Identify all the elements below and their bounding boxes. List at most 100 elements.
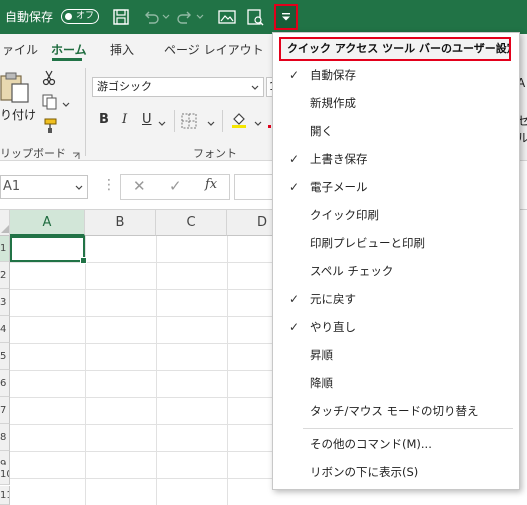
menu-item[interactable]: 新規作成 bbox=[273, 89, 517, 117]
grid-line bbox=[10, 451, 272, 452]
menu-item[interactable]: リボンの下に表示(S) bbox=[273, 458, 517, 486]
menu-item[interactable]: ✓ 自動保存 bbox=[273, 61, 517, 89]
new-file-icon[interactable] bbox=[218, 8, 236, 26]
borders-icon[interactable] bbox=[181, 113, 197, 132]
autosave-state: オフ bbox=[76, 11, 95, 21]
menu-item-label: 昇順 bbox=[310, 348, 333, 362]
name-box-chevron-icon bbox=[75, 185, 83, 190]
copy-icon[interactable] bbox=[42, 94, 58, 113]
row-header[interactable]: 2 bbox=[0, 262, 10, 289]
row-header[interactable]: 10 bbox=[0, 465, 10, 485]
grid-line bbox=[10, 478, 272, 479]
row-header[interactable]: 4 bbox=[0, 316, 10, 343]
cancel-icon[interactable]: ✕ bbox=[133, 177, 146, 195]
row-header[interactable]: 1 bbox=[0, 236, 10, 262]
tab-home[interactable]: ホーム bbox=[51, 41, 87, 58]
fill-color-chevron-icon[interactable] bbox=[254, 117, 262, 131]
menu-item[interactable]: その他のコマンド(M)... bbox=[273, 430, 517, 458]
menu-item[interactable]: 降順 bbox=[273, 369, 517, 397]
grid-line bbox=[227, 236, 228, 505]
menu-item[interactable]: クイック印刷 bbox=[273, 201, 517, 229]
menu-item[interactable]: 開く bbox=[273, 117, 517, 145]
menu-item-label: 印刷プレビューと印刷 bbox=[310, 236, 425, 250]
menu-item-label: クイック印刷 bbox=[310, 208, 379, 222]
checkmark-icon: ✓ bbox=[289, 292, 300, 306]
underline-button[interactable]: U bbox=[142, 112, 152, 127]
column-header-a[interactable]: A bbox=[10, 210, 85, 236]
redo-icon[interactable] bbox=[176, 8, 194, 26]
undo-icon[interactable] bbox=[142, 8, 160, 26]
customize-dropdown-button[interactable] bbox=[274, 4, 298, 30]
undo-chevron-icon[interactable] bbox=[162, 10, 170, 24]
menu-item[interactable]: タッチ/マウス モードの切り替え bbox=[273, 397, 517, 425]
toggle-knob bbox=[65, 12, 72, 20]
menu-item[interactable]: 印刷プレビューと印刷 bbox=[273, 229, 517, 257]
row-header[interactable]: 11 bbox=[0, 486, 10, 505]
tab-page-layout[interactable]: ページ レイアウト bbox=[164, 41, 264, 58]
enter-icon[interactable]: ✓ bbox=[169, 177, 182, 195]
save-icon[interactable] bbox=[112, 8, 130, 26]
active-tab-underline bbox=[52, 58, 82, 61]
checkmark-icon: ✓ bbox=[289, 152, 300, 166]
grid-line bbox=[10, 262, 272, 263]
font-name-combo[interactable]: 游ゴシック bbox=[92, 77, 264, 97]
fill-color-icon[interactable] bbox=[230, 111, 248, 132]
menu-item-label: タッチ/マウス モードの切り替え bbox=[310, 404, 479, 418]
name-box[interactable]: A1 bbox=[0, 175, 88, 199]
print-preview-icon[interactable] bbox=[246, 8, 264, 26]
menu-item-label: 自動保存 bbox=[310, 68, 356, 82]
checkmark-icon: ✓ bbox=[289, 320, 300, 334]
name-box-value: A1 bbox=[3, 179, 21, 194]
menu-item[interactable]: ✓ やり直し bbox=[273, 313, 517, 341]
grid-line bbox=[10, 424, 272, 425]
menu-item[interactable]: ✓ 上書き保存 bbox=[273, 145, 517, 173]
column-header-c[interactable]: C bbox=[156, 210, 227, 236]
checkmark-icon: ✓ bbox=[289, 180, 300, 194]
column-header-b[interactable]: B bbox=[85, 210, 156, 236]
grid-line bbox=[85, 236, 86, 505]
active-cell-a1[interactable] bbox=[10, 236, 87, 264]
tab-file[interactable]: ァイル bbox=[2, 41, 38, 58]
italic-button[interactable]: I bbox=[122, 112, 127, 127]
fill-handle[interactable] bbox=[80, 257, 87, 264]
customize-qat-menu: クイック アクセス ツール バーのユーザー設定 ✓ 自動保存新規作成開く ✓ 上書き保… bbox=[272, 32, 520, 490]
menu-item[interactable]: 昇順 bbox=[273, 341, 517, 369]
menu-item[interactable]: スペル チェック bbox=[273, 257, 517, 285]
paste-icon[interactable] bbox=[0, 70, 30, 107]
font-group-label: フォント bbox=[193, 147, 237, 160]
grid-line bbox=[10, 397, 272, 398]
font-name-chevron-icon bbox=[251, 85, 259, 90]
bold-button[interactable]: B bbox=[99, 112, 109, 127]
menu-item-label: 上書き保存 bbox=[310, 152, 368, 166]
paste-label[interactable]: り付け bbox=[0, 106, 36, 123]
grid-line bbox=[10, 289, 272, 290]
menu-item-label: 降順 bbox=[310, 376, 333, 390]
font-color-swatch[interactable] bbox=[268, 125, 271, 128]
formula-input[interactable] bbox=[234, 174, 272, 200]
autosave-label: 自動保存 bbox=[5, 10, 54, 24]
menu-item[interactable]: ✓ 電子メール bbox=[273, 173, 517, 201]
borders-chevron-icon[interactable] bbox=[207, 117, 215, 131]
menu-item[interactable]: ✓ 元に戻す bbox=[273, 285, 517, 313]
title-bar: 自動保存 オフ bbox=[0, 0, 527, 34]
select-all-corner[interactable] bbox=[0, 210, 10, 236]
formula-buttons: ✕ ✓ fx bbox=[120, 174, 230, 200]
grid-line bbox=[156, 236, 157, 505]
tab-insert[interactable]: 挿入 bbox=[110, 41, 134, 58]
format-painter-icon[interactable] bbox=[42, 118, 58, 137]
menu-item-label: やり直し bbox=[310, 320, 356, 334]
row-header[interactable]: 3 bbox=[0, 289, 10, 316]
copy-chevron-icon[interactable] bbox=[62, 98, 70, 112]
menu-header: クイック アクセス ツール バーのユーザー設定 bbox=[279, 37, 511, 61]
cut-icon[interactable] bbox=[42, 70, 56, 89]
insert-function-button[interactable]: fx bbox=[205, 177, 217, 192]
row-header[interactable]: 6 bbox=[0, 370, 10, 397]
autosave-toggle[interactable]: オフ bbox=[61, 9, 99, 24]
row-header[interactable]: 8 bbox=[0, 424, 10, 451]
row-header[interactable]: 7 bbox=[0, 397, 10, 424]
underline-chevron-icon[interactable] bbox=[158, 117, 166, 131]
redo-chevron-icon[interactable] bbox=[196, 10, 204, 24]
menu-item-label: 新規作成 bbox=[310, 96, 356, 110]
checkmark-icon: ✓ bbox=[289, 68, 300, 82]
row-header[interactable]: 5 bbox=[0, 343, 10, 370]
